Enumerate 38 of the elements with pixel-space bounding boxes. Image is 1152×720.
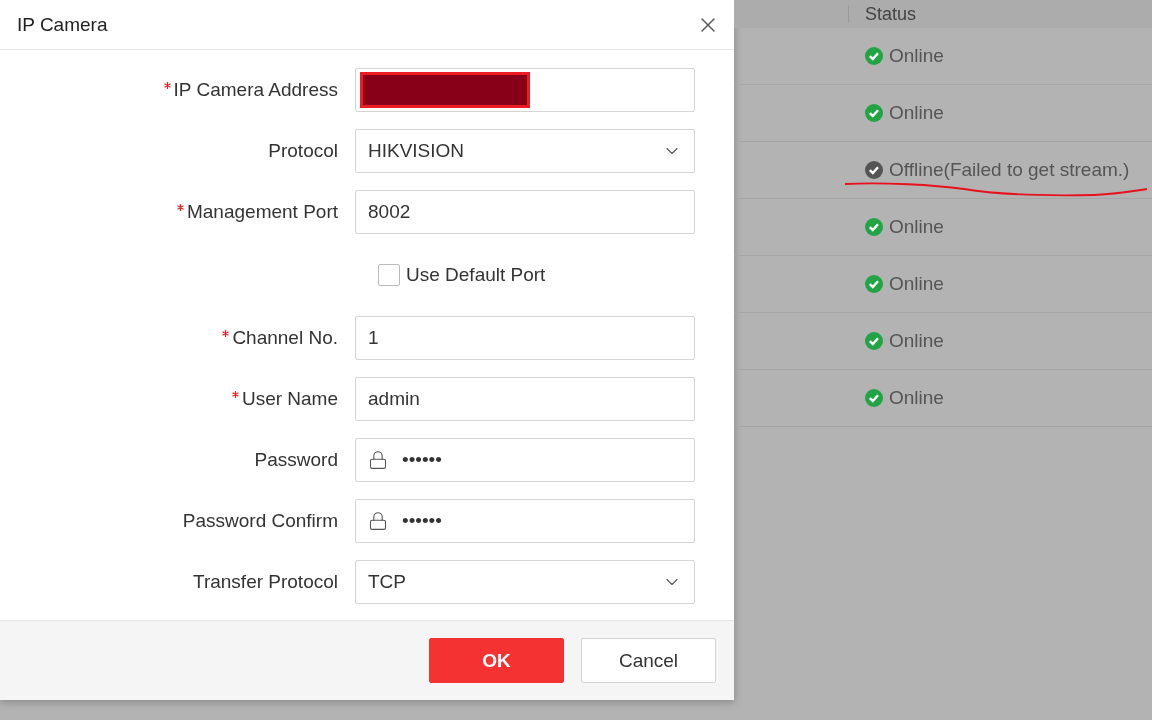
check-circle-icon (865, 218, 883, 236)
checkbox-label: Use Default Port (406, 264, 546, 286)
field-label: Password (254, 449, 338, 471)
password-field[interactable]: •••••• (355, 499, 695, 543)
checkbox[interactable] (378, 264, 400, 286)
select-field[interactable]: TCP (355, 560, 695, 604)
status-text: Online (889, 273, 944, 295)
status-text: Online (889, 45, 944, 67)
cancel-button[interactable]: Cancel (581, 638, 716, 683)
lock-icon (368, 511, 388, 531)
field-label: Password Confirm (182, 510, 338, 532)
field-label: Protocol (268, 140, 338, 162)
password-field[interactable]: •••••• (355, 438, 695, 482)
select-field[interactable]: HIKVISION (355, 129, 695, 173)
status-text: Online (889, 216, 944, 238)
check-circle-icon (865, 47, 883, 65)
input-field[interactable]: 8002 (355, 190, 695, 234)
check-circle-icon (865, 275, 883, 293)
check-circle-icon (865, 161, 883, 179)
check-circle-icon (865, 104, 883, 122)
field-label: User Name (241, 388, 338, 410)
field-label: Management Port (186, 201, 338, 223)
input-field[interactable] (355, 68, 695, 112)
status-text: Online (889, 330, 944, 352)
column-header: Status (848, 5, 917, 23)
ok-button[interactable]: OK (429, 638, 564, 683)
field-label: Transfer Protocol (193, 571, 338, 593)
check-circle-icon (865, 332, 883, 350)
status-text: Online (889, 387, 944, 409)
check-circle-icon (865, 389, 883, 407)
input-field[interactable]: admin (355, 377, 695, 421)
field-label: IP Camera Address (173, 79, 338, 101)
input-field[interactable]: 1 (355, 316, 695, 360)
field-label: Channel No. (232, 327, 338, 349)
status-text: Offline(Failed to get stream.) (889, 159, 1130, 181)
dialog-title: IP Camera (17, 13, 108, 36)
status-text: Online (889, 102, 944, 124)
lock-icon (368, 450, 388, 470)
